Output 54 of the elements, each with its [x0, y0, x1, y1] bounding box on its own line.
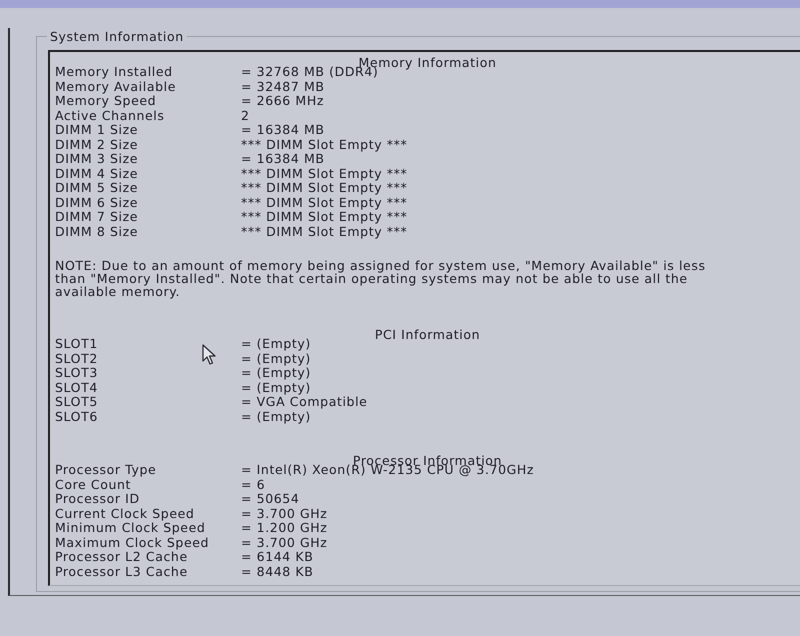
- field-value: = 2666 MHz: [241, 94, 324, 108]
- field-label: Memory Installed: [55, 64, 173, 79]
- field-value: = 6144 KB: [241, 550, 314, 564]
- field-value: = 6: [241, 478, 266, 492]
- field-value: *** DIMM Slot Empty ***: [241, 224, 408, 239]
- field-label: Active Channels: [55, 108, 164, 122]
- field-value: *** DIMM Slot Empty ***: [241, 138, 408, 152]
- group-legend: System Information: [47, 29, 187, 44]
- field-value: = VGA Compatible: [241, 395, 368, 410]
- field-label: Core Count: [55, 476, 132, 492]
- field-label: Memory Available: [55, 78, 176, 94]
- field-value: *** DIMM Slot Empty ***: [241, 196, 408, 210]
- field-value: = 3.700 GHz: [241, 536, 328, 550]
- field-value: *** DIMM Slot Empty ***: [241, 210, 408, 224]
- field-label: Memory Speed: [55, 93, 156, 108]
- field-label: Processor L2 Cache: [55, 549, 188, 564]
- section-heading: PCI Information: [374, 328, 480, 342]
- field-label: Processor Type: [55, 462, 156, 477]
- field-label: DIMM 5 Size: [55, 180, 138, 195]
- field-value: = 32487 MB: [241, 80, 325, 94]
- field-value: = 50654: [241, 492, 300, 506]
- field-value: = 16384 MB: [241, 123, 325, 138]
- field-value: = (Empty): [241, 380, 311, 395]
- field-value: = 8448 KB: [241, 564, 314, 579]
- field-label: DIMM 6 Size: [55, 194, 138, 210]
- field-value: = (Empty): [241, 337, 311, 352]
- field-label: DIMM 2 Size: [55, 136, 138, 152]
- field-value: = 16384 MB: [241, 152, 325, 166]
- field-label: SLOT5: [55, 394, 98, 409]
- field-label: DIMM 8 Size: [55, 224, 138, 238]
- field-label: Current Clock Speed: [55, 506, 194, 520]
- field-value: = 1.200 GHz: [241, 521, 328, 536]
- field-value: = (Empty): [241, 366, 311, 380]
- field-value: *** DIMM Slot Empty ***: [241, 166, 408, 181]
- field-label: Minimum Clock Speed: [55, 520, 206, 535]
- field-label: DIMM 1 Size: [55, 122, 138, 137]
- mouse-pointer-icon: [202, 344, 216, 365]
- field-label: SLOT1: [55, 336, 98, 351]
- field-label: SLOT3: [55, 365, 98, 380]
- field-label: Maximum Clock Speed: [55, 534, 210, 550]
- field-value: *** DIMM Slot Empty ***: [241, 181, 408, 196]
- field-label: DIMM 7 Size: [55, 209, 138, 224]
- field-value: = (Empty): [241, 410, 311, 424]
- field-value: = (Empty): [241, 352, 311, 366]
- field-value: = 3.700 GHz: [241, 506, 328, 521]
- field-label: DIMM 4 Size: [55, 166, 138, 180]
- note-text: NOTE: Due to an amount of memory being assigned for system use, "Memory Available" is less than "Memory Installed". Note that certain operating systems may not be able to use all the available memory.: [55, 259, 707, 298]
- field-label: SLOT6: [55, 408, 98, 424]
- field-label: Processor L3 Cache: [55, 564, 188, 578]
- field-label: SLOT2: [55, 350, 98, 366]
- field-label: SLOT4: [55, 380, 98, 394]
- field-label: Processor ID: [55, 491, 140, 506]
- field-label: DIMM 3 Size: [55, 151, 138, 166]
- field-value: 2: [241, 108, 250, 123]
